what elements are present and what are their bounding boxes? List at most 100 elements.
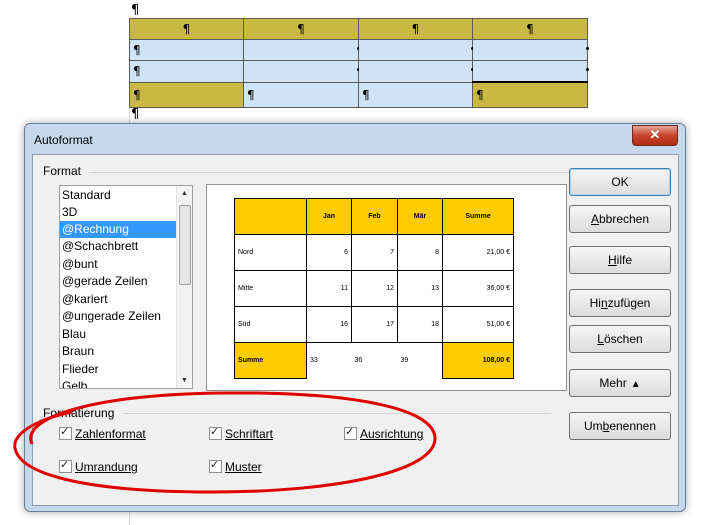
ok-button[interactable]: OK [569,168,671,196]
preview-cell: 11 [306,270,352,307]
preview-table: Jan Feb Mär Summe Nord 6 7 8 21,00 € Mit… [234,198,514,379]
document-table-row: ¶ [129,39,589,61]
doc-cell[interactable] [472,60,589,83]
list-item[interactable]: Flieder [60,361,178,378]
preview-cell: 17 [351,306,398,343]
doc-sum-cell[interactable]: ¶ [358,81,473,108]
preview-header-cell: Feb [351,198,398,235]
close-button[interactable]: ✕ [632,125,678,146]
ok-label: OK [611,175,629,189]
preview-row-label: Süd [234,306,307,343]
preview-cell: 21,00 € [442,234,514,271]
paragraph-mark: ¶ [131,3,140,18]
preview-row: Süd 16 17 18 51,00 € [234,306,514,343]
list-item[interactable]: Blau [60,326,178,343]
list-scrollbar[interactable]: ▲ ▼ [176,186,192,388]
mnemonic-letter: A [590,212,599,226]
rename-button[interactable]: Umbenennen [569,412,671,440]
preview-row: Mitte 11 12 13 36,00 € [234,270,514,307]
preview-sum-label: Summe [234,342,307,379]
format-listbox[interactable]: Standard 3D @Rechnung @Schachbrett @bunt… [59,185,193,389]
help-button[interactable]: Hilfe [569,246,671,274]
preview-row: Nord 6 7 8 21,00 € [234,234,514,271]
list-item[interactable]: Standard [60,187,178,204]
preview-header-cell: Summe [442,198,514,235]
delete-button[interactable]: Löschen [569,325,671,353]
document-table[interactable]: ¶ ¶ ¶ ¶ ¶ ¶ ¶ ¶ ¶ ¶ [129,18,589,108]
scroll-up-arrow-icon[interactable]: ▲ [177,186,192,201]
format-group-label: Format [43,164,86,178]
label-part: Hi [589,296,601,310]
scroll-down-arrow-icon[interactable]: ▼ [177,373,192,388]
annotation-stroke [13,391,437,494]
doc-header-cell[interactable]: ¶ [129,18,244,40]
scroll-thumb[interactable] [179,205,191,285]
chevron-up-icon: ▲ [630,379,641,390]
close-icon: ✕ [649,127,661,142]
preview-header-cell: Mär [397,198,443,235]
list-item[interactable]: @gerade Zeilen [60,273,178,290]
doc-sum-cell[interactable]: ¶ [129,81,244,108]
doc-header-cell[interactable]: ¶ [358,18,473,40]
doc-cell[interactable] [358,60,474,83]
paragraph-mark: ¶ [131,107,140,122]
document-table-sum-row: ¶ ¶ ¶ ¶ [129,81,588,108]
doc-cell[interactable]: ¶ [129,39,244,61]
preview-header-row: Jan Feb Mär Summe [234,198,514,235]
doc-sum-cell[interactable]: ¶ [243,81,359,108]
preview-cell: 16 [306,306,352,343]
list-item[interactable]: @kariert [60,291,178,308]
preview-row-label: Nord [234,234,307,271]
label-part: öschen [603,332,643,346]
doc-cell[interactable] [358,39,474,61]
cancel-button[interactable]: Abbrechen [569,205,671,233]
list-item[interactable]: Gelb [60,378,178,388]
add-button[interactable]: Hinzufügen [569,289,671,317]
preview-header-cell [234,198,307,235]
preview-sum-cell: 36 [354,357,363,365]
format-preview: Jan Feb Mär Summe Nord 6 7 8 21,00 € Mit… [206,184,567,391]
doc-header-cell[interactable]: ¶ [472,18,588,40]
doc-cell[interactable] [243,39,360,61]
doc-header-cell[interactable]: ¶ [243,18,359,40]
label-part: Um [583,419,603,433]
list-item-selected[interactable]: @Rechnung [60,221,178,238]
preview-row-label: Mitte [234,270,307,307]
preview-cell: 7 [351,234,398,271]
preview-sum-cell: 33 [310,357,318,365]
label-part: bbrechen [598,212,650,226]
preview-sum-row: Summe 33 36 39 108,00 € [234,342,514,379]
cell-marker [586,68,589,71]
preview-cell: 12 [351,270,398,307]
preview-header-cell: Jan [306,198,352,235]
dialog-titlebar[interactable]: Autoformat ✕ [25,124,685,154]
annotation-ellipse [13,391,437,494]
document-table-header-row: ¶ ¶ ¶ ¶ [129,18,588,40]
mnemonic-letter: L [597,332,604,346]
list-item[interactable]: @bunt [60,256,178,273]
list-item[interactable]: 3D [60,204,178,221]
doc-cell[interactable] [472,39,589,61]
preview-cell: 51,00 € [442,306,514,343]
preview-cell: 36,00 € [442,270,514,307]
preview-cell: 8 [397,234,443,271]
list-item[interactable]: @Schachbrett [60,238,178,255]
doc-cell[interactable] [243,60,360,83]
preview-sum-cell: 39 [400,357,409,365]
doc-sum-cell[interactable]: ¶ [472,81,588,108]
list-item[interactable]: @ungerade Zeilen [60,308,178,325]
doc-cell[interactable]: ¶ [129,60,244,83]
preview-sum-total: 108,00 € [442,342,514,379]
list-item[interactable]: Braun [60,343,178,360]
label-part: zufügen [607,296,651,310]
preview-cell: 18 [397,306,443,343]
mnemonic-letter: H [607,253,617,267]
mnemonic-letter: n [600,296,608,310]
preview-cell: 13 [397,270,443,307]
more-button[interactable]: Mehr ▲ [569,369,671,397]
document-table-row: ¶ [129,60,589,83]
more-label: Mehr [599,376,627,390]
preview-cell: 6 [306,234,352,271]
label-part: ilfe [616,253,632,267]
label-part: enennen [609,419,657,433]
